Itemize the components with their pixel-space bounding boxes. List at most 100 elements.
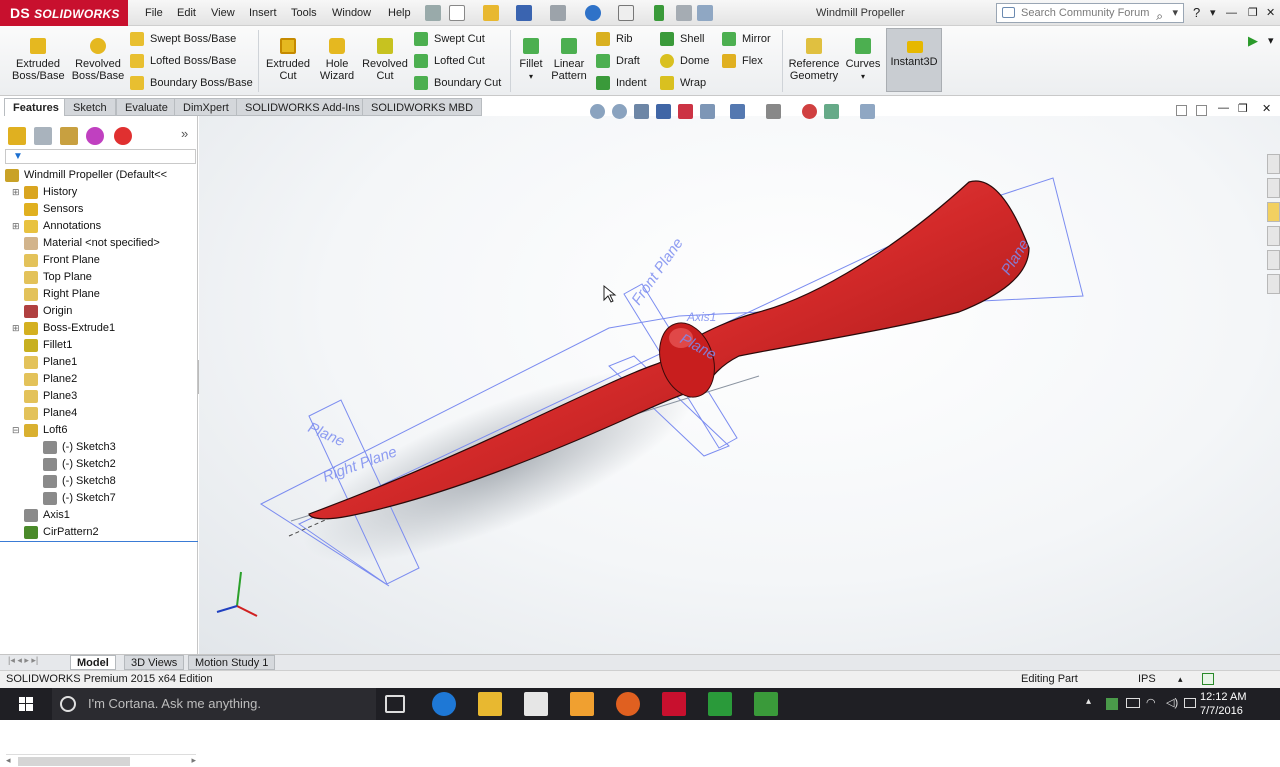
menu-view[interactable]: View [211,0,235,26]
tree-item[interactable]: ⊟ Loft6 [12,422,67,439]
undo-icon[interactable] [585,5,601,21]
menu-insert[interactable]: Insert [249,0,277,26]
play-icon[interactable]: ▶ [1248,32,1258,50]
volume-icon[interactable]: ◁) [1166,696,1178,709]
boundary-cut-button[interactable]: Boundary Cut [414,74,501,92]
tab-model[interactable]: Model [70,655,116,670]
tree-item[interactable]: (-) Sketch8 [43,473,116,490]
hole-wizard-button[interactable]: Hole Wizard [314,28,360,82]
instant3d-button[interactable]: Instant3D [886,28,942,92]
battery-icon[interactable] [1126,698,1140,708]
viewport-minimize-icon[interactable]: — [1218,102,1229,114]
lofted-cut-button[interactable]: Lofted Cut [414,52,485,70]
chevron-up-icon[interactable]: ▴ [1178,671,1183,688]
expand-arrow-icon[interactable]: » [181,126,188,141]
property-manager-icon[interactable] [34,127,52,145]
dynamic-annotation-icon[interactable] [678,104,693,119]
tray-app-icon[interactable] [1106,698,1118,710]
rollback-bar[interactable] [0,541,198,542]
fillet-button[interactable]: Fillet ▾ [514,28,548,83]
tree-item[interactable]: Origin [24,303,72,320]
tree-item[interactable]: Plane3 [24,388,77,405]
custom-properties-tab-icon[interactable] [1267,274,1280,294]
tree-item[interactable]: ⊞ History [12,184,77,201]
dome-button[interactable]: Dome [660,52,709,70]
tree-item[interactable]: Sensors [24,201,83,218]
collapse-node-icon[interactable]: ⊟ [0,167,3,184]
wrap-button[interactable]: Wrap [660,74,706,92]
revolved-cut-button[interactable]: Revolved Cut [362,28,408,82]
tree-item[interactable]: Plane4 [24,405,77,422]
wifi-icon[interactable]: ◠ [1146,696,1156,709]
tree-item[interactable]: ⊞ Boss-Extrude1 [12,320,115,337]
tab-3d-views[interactable]: 3D Views [124,655,185,670]
swept-boss-button[interactable]: Swept Boss/Base [130,30,236,48]
menu-file[interactable]: File [145,0,163,26]
pin-icon[interactable] [425,5,441,21]
tab-motion-study[interactable]: Motion Study 1 [188,655,276,670]
restore-icon[interactable]: ❐ [1248,0,1258,26]
file-properties-icon[interactable] [676,5,692,21]
display-manager-icon[interactable] [114,127,132,145]
tree-item[interactable]: Front Plane [24,252,100,269]
solidworks-taskbar-icon[interactable] [662,692,686,716]
display-style-icon[interactable] [730,104,745,119]
previous-view-icon[interactable] [634,104,649,119]
boundary-boss-button[interactable]: Boundary Boss/Base [130,74,253,92]
revolved-boss-button[interactable]: Revolved Boss/Base [70,28,126,82]
firefox-icon[interactable] [616,692,640,716]
tree-item[interactable]: Fillet1 [24,337,72,354]
tab-dimxpert[interactable]: DimXpert [174,98,238,116]
linear-pattern-button[interactable]: Linear Pattern [548,28,590,82]
chevron-down-icon[interactable]: ▾ [1172,4,1178,22]
notification-icon[interactable] [1184,698,1196,708]
configuration-manager-icon[interactable] [60,127,78,145]
expand-node-icon[interactable]: ⊞ [12,320,22,337]
tray-expand-icon[interactable]: ▴ [1086,696,1091,707]
tree-item[interactable]: Axis1 [24,507,70,524]
tree-filter-input[interactable]: ▼ [5,149,196,164]
tab-scroll-arrows-icon[interactable]: |◂ ◂ ▸ ▸| [8,655,38,666]
tab-evaluate[interactable]: Evaluate [116,98,177,116]
menu-help[interactable]: Help [388,0,411,26]
file-explorer-tab-icon[interactable] [1267,202,1280,222]
design-library-tab-icon[interactable] [1267,178,1280,198]
file-explorer-icon[interactable] [478,692,502,716]
apply-scene-icon[interactable] [824,104,839,119]
select-cursor-icon[interactable] [618,5,634,21]
save-icon[interactable] [516,5,532,21]
rib-button[interactable]: Rib [596,30,633,48]
expand-node-icon[interactable]: ⊞ [12,184,22,201]
chevron-down-icon[interactable]: ▾ [1210,0,1216,26]
tab-features[interactable]: Features [4,98,68,116]
tree-item[interactable]: Top Plane [24,269,92,286]
menu-edit[interactable]: Edit [177,0,196,26]
viewport-close-icon[interactable]: ✕ [1262,102,1271,115]
print-icon[interactable] [550,5,566,21]
tree-item[interactable]: ⊟ Windmill Propeller (Default<< [0,167,167,184]
feature-manager-icon[interactable] [8,127,26,145]
appearances-tab-icon[interactable] [1267,250,1280,270]
help-icon[interactable]: ? [1193,0,1200,26]
hide-show-icon[interactable] [766,104,781,119]
tab-mbd[interactable]: SOLIDWORKS MBD [362,98,483,116]
mirror-button[interactable]: Mirror [722,30,771,48]
tree-item[interactable]: Right Plane [24,286,100,303]
draft-button[interactable]: Draft [596,52,640,70]
graphics-viewport[interactable]: Axis1 Front Plane Plane Plane Right Plan… [199,116,1280,656]
tab-sketch[interactable]: Sketch [64,98,116,116]
viewport-restore-icon[interactable]: ❐ [1238,102,1248,115]
rebuild-icon[interactable] [654,5,664,21]
shell-button[interactable]: Shell [660,30,704,48]
tree-item[interactable]: CirPattern2 [24,524,99,541]
view-settings-icon[interactable] [860,104,875,119]
section-view-icon[interactable] [656,104,671,119]
dimxpert-manager-icon[interactable] [86,127,104,145]
curves-button[interactable]: Curves ▾ [844,28,882,83]
search-icon[interactable]: ⌕ [1156,7,1163,25]
search-community-input[interactable]: Search Community Forum ⌕ ▾ [996,3,1184,23]
tab-addins[interactable]: SOLIDWORKS Add-Ins [236,98,369,116]
extruded-boss-button[interactable]: Extruded Boss/Base [12,28,65,82]
lofted-boss-button[interactable]: Lofted Boss/Base [130,52,236,70]
tree-item[interactable]: ⊞ Annotations [12,218,101,235]
